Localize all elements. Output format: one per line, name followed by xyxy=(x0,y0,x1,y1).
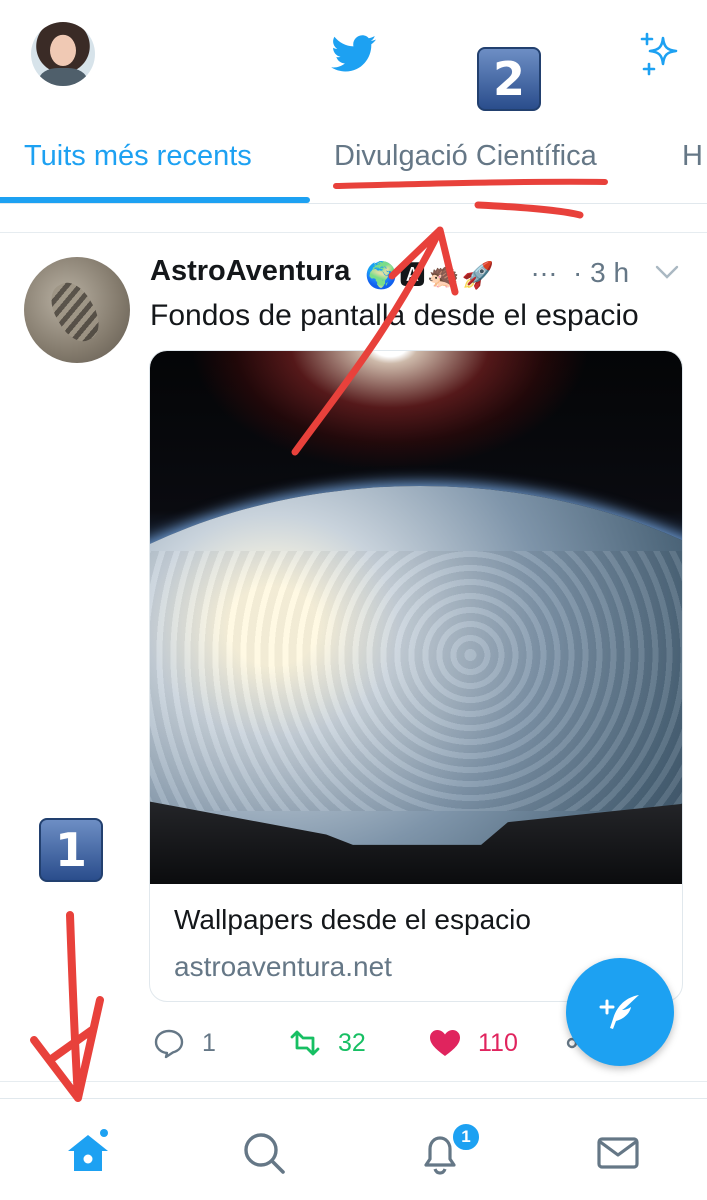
sun-glare xyxy=(190,351,590,471)
notification-count-badge: 1 xyxy=(451,1122,481,1152)
compose-tweet-button[interactable] xyxy=(566,958,674,1066)
active-tab-indicator xyxy=(0,197,310,203)
retweet-button[interactable]: 32 xyxy=(288,1023,366,1063)
footprint-image xyxy=(43,275,107,349)
annotation-badge-2: 2 xyxy=(477,47,541,111)
search-icon[interactable] xyxy=(240,1129,288,1177)
avatar-face xyxy=(50,35,76,66)
card-image[interactable] xyxy=(150,351,682,884)
retweet-icon xyxy=(290,1030,320,1056)
heart-icon xyxy=(430,1030,460,1056)
card-url: astroaventura.net xyxy=(174,951,392,982)
reply-count: 1 xyxy=(202,1028,216,1057)
compose-quill-icon xyxy=(599,995,639,1029)
tab-latest-tweets[interactable]: Tuits més recents xyxy=(24,140,252,173)
avatar-shirt xyxy=(39,68,87,86)
bottom-navigation xyxy=(0,1098,707,1200)
chevron-down-icon[interactable] xyxy=(654,263,680,281)
home-icon[interactable] xyxy=(64,1129,112,1177)
tab-science-outreach[interactable]: Divulgació Científica xyxy=(334,140,597,173)
like-button[interactable]: 110 xyxy=(428,1023,518,1063)
retweet-count: 32 xyxy=(338,1028,366,1057)
tweet-text: Fondos de pantalla desde el espacio xyxy=(150,299,639,332)
tab-next-partial[interactable]: H xyxy=(682,140,703,173)
card-title: Wallpapers desde el espacio xyxy=(174,904,531,935)
reply-icon xyxy=(154,1029,184,1059)
tweet[interactable]: AstroAventura 🌍🅰🦔🚀 … · 3 h Fondos de pan… xyxy=(0,232,707,1082)
cloud-texture xyxy=(150,551,682,811)
top-bar xyxy=(0,0,707,110)
author-avatar[interactable] xyxy=(24,257,130,363)
tweet-timestamp[interactable]: · 3 h xyxy=(573,257,629,289)
profile-avatar[interactable] xyxy=(31,22,95,86)
reply-button[interactable]: 1 xyxy=(152,1023,216,1063)
mail-icon[interactable] xyxy=(594,1129,642,1177)
author-emojis: 🌍🅰🦔🚀 xyxy=(365,260,497,290)
timeline-tabs: Tuits més recents Divulgació Científica … xyxy=(0,130,707,204)
author-name[interactable]: AstroAventura xyxy=(150,255,350,288)
name-ellipsis: … xyxy=(530,251,558,282)
annotation-badge-1: 1 xyxy=(39,818,103,882)
sparkle-icon[interactable] xyxy=(636,30,684,78)
like-count: 110 xyxy=(478,1028,518,1057)
link-card[interactable]: Wallpapers desde el espacio astroaventur… xyxy=(149,350,683,1002)
twitter-bird-icon xyxy=(331,35,377,72)
